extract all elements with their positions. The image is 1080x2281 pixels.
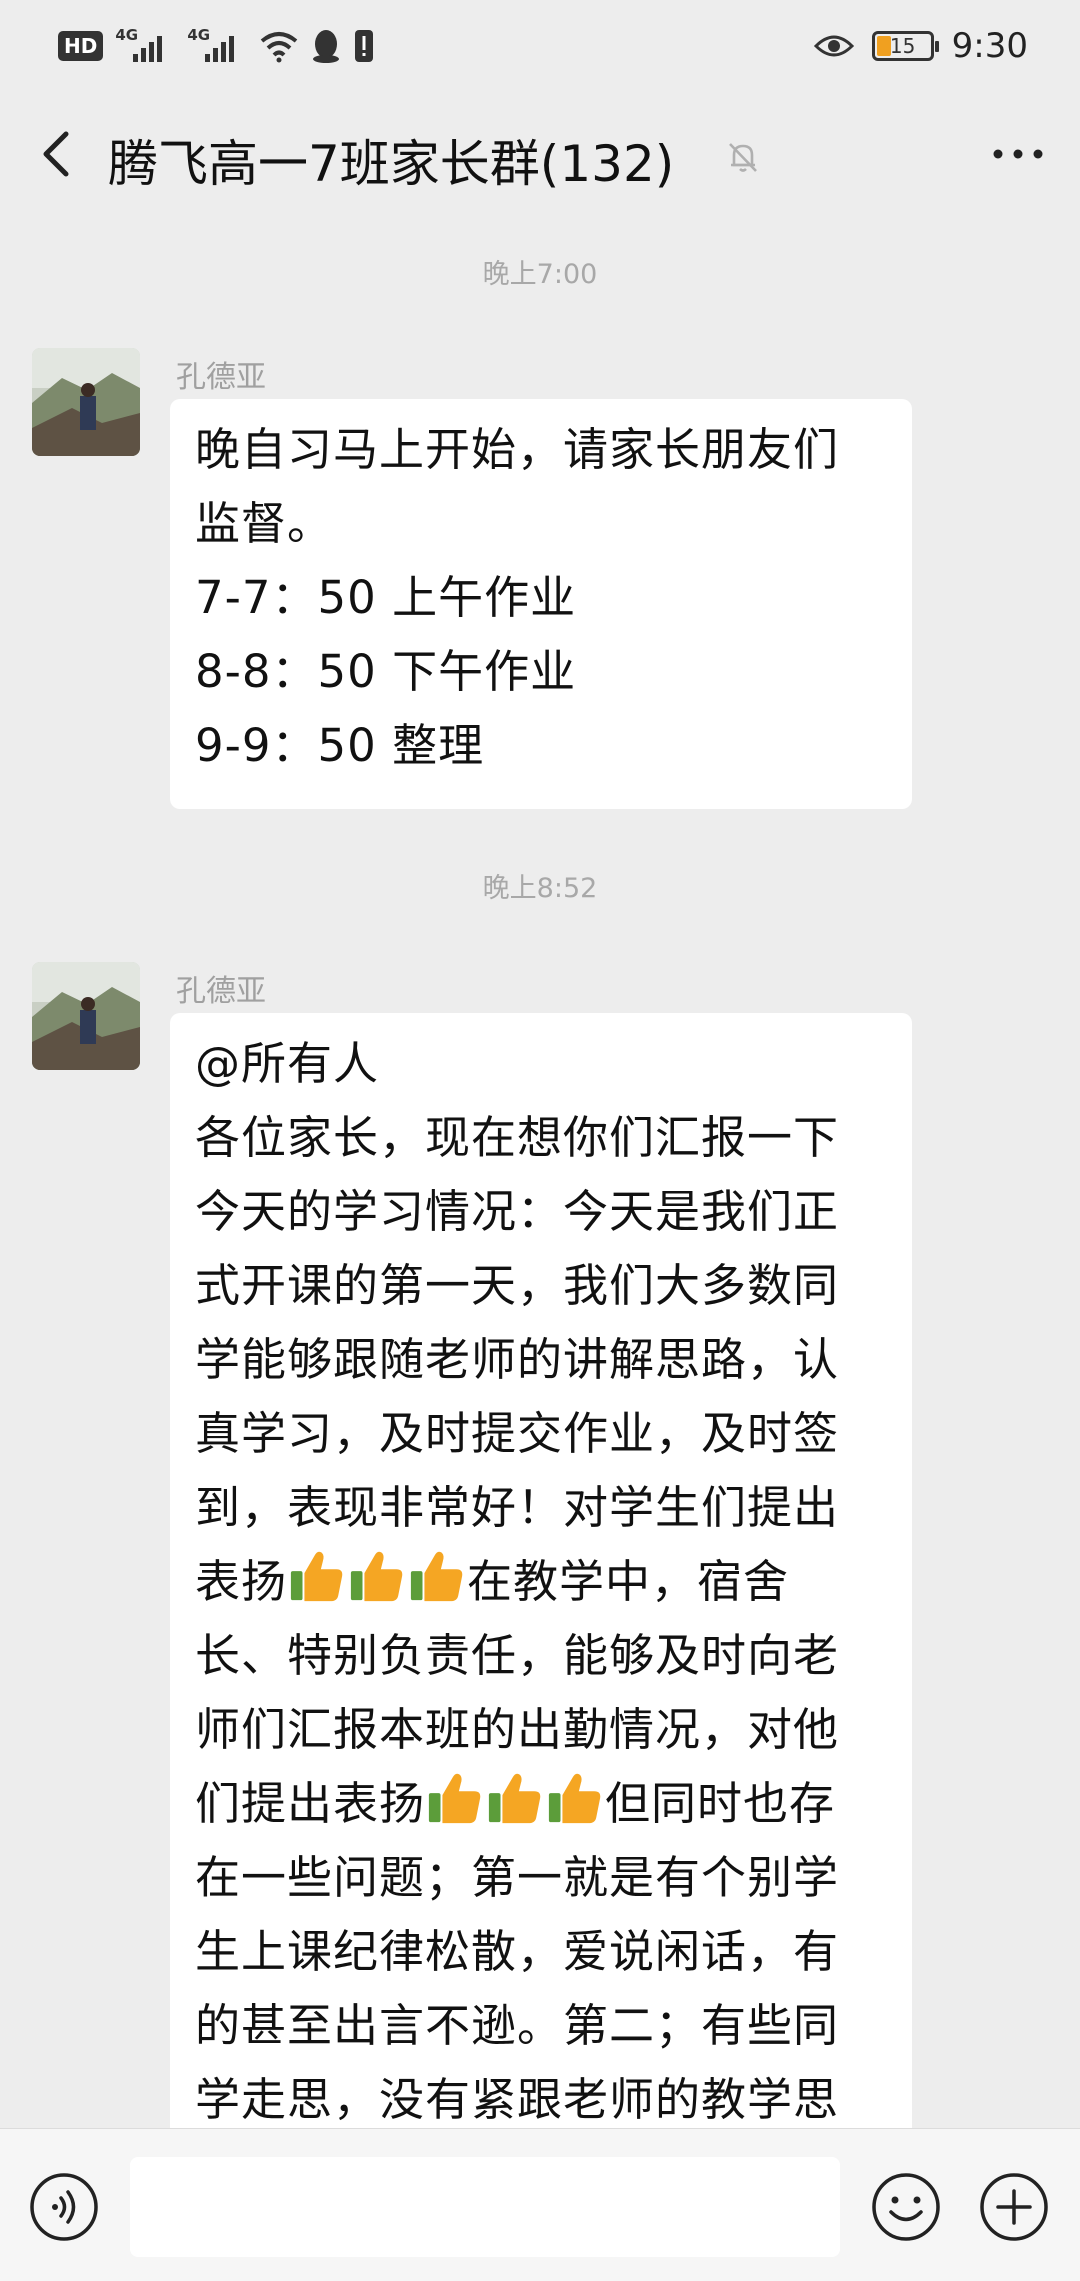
signal-icon: 4G	[187, 26, 247, 66]
chevron-left-icon[interactable]	[30, 126, 86, 182]
message-text: 表扬	[195, 1555, 288, 1608]
message-line: 表扬 在教学中，宿舍	[195, 1545, 888, 1619]
message-line: 今天的学习情况：今天是我们正	[195, 1185, 840, 1238]
avatar-image	[32, 962, 140, 1070]
battery-level: 15	[889, 34, 916, 58]
message-line: @所有人	[195, 1037, 380, 1090]
message-line: 学走思，没有紧跟老师的教学思	[195, 2073, 840, 2126]
message-text: 们提出表扬	[195, 1777, 426, 1830]
clock: 9:30	[951, 26, 1028, 66]
more-dots-icon[interactable]	[986, 134, 1050, 174]
avatar-image	[32, 348, 140, 456]
message-line: 师们汇报本班的出勤情况，对他	[195, 1703, 840, 1756]
message-line: 真学习，及时提交作业，及时签	[195, 1407, 840, 1460]
hd-badge: HD	[58, 31, 104, 61]
message-line: 生上课纪律松散，爱说闲话，有	[195, 1925, 840, 1978]
chat-title: 腾飞高一7班家长群(132)	[108, 135, 675, 193]
message-text: 在教学中，宿舍	[467, 1555, 790, 1608]
message-line: 8-8：50 下午作业	[195, 645, 577, 698]
message-line: 学能够跟随老师的讲解思路，认	[195, 1333, 840, 1386]
message-line: 长、特别负责任，能够及时向老	[195, 1629, 840, 1682]
sender-name: 孔德亚	[176, 974, 266, 1009]
bell-off-icon	[729, 143, 757, 172]
wifi-icon	[261, 32, 298, 63]
avatar[interactable]	[32, 962, 140, 1070]
message-input[interactable]	[130, 2157, 840, 2257]
thumbs-up-emoji	[488, 1773, 541, 1824]
voice-icon[interactable]	[28, 2171, 100, 2243]
status-left: HD 4G 4G	[58, 22, 375, 70]
avatar[interactable]	[32, 348, 140, 456]
thumbs-up-emoji	[548, 1773, 601, 1824]
thumbs-up-emoji	[350, 1551, 403, 1602]
thumbs-up-emoji	[428, 1773, 481, 1824]
alert-icon	[355, 30, 374, 62]
thumbs-up-emoji	[410, 1551, 463, 1602]
message-bubble[interactable]: 晚自习马上开始，请家长朋友们 监督。 7-7：50 上午作业 8-8：50 下午…	[170, 399, 912, 809]
message-bubble[interactable]: @所有人 各位家长，现在想你们汇报一下 今天的学习情况：今天是我们正 式开课的第…	[170, 1013, 912, 2213]
message-line: 各位家长，现在想你们汇报一下	[195, 1111, 840, 1164]
plus-icon[interactable]	[978, 2171, 1050, 2243]
status-bar: HD 4G 4G 15 9:30	[0, 0, 1080, 92]
message-line: 们提出表扬 但同时也存	[195, 1767, 888, 1841]
message-timestamp: 晚上7:00	[482, 259, 598, 290]
signal-icon: 4G	[115, 26, 175, 66]
message-line: 到，表现非常好！对学生们提出	[195, 1481, 840, 1534]
battery-icon: 15	[871, 31, 939, 61]
status-right: 15 9:30	[813, 22, 1028, 70]
message-text: 但同时也存	[605, 1777, 836, 1830]
message-line: 监督。	[195, 497, 334, 550]
message-line: 晚自习马上开始，请家长朋友们	[195, 423, 840, 476]
message-timestamp: 晚上8:52	[482, 873, 598, 904]
smiley-icon[interactable]	[870, 2171, 942, 2243]
message-line: 式开课的第一天，我们大多数同	[195, 1259, 840, 1312]
message-line: 9-9：50 整理	[195, 719, 485, 772]
chat-header: 腾飞高一7班家长群(132)	[0, 110, 1080, 200]
message-line: 的甚至出言不逊。第二；有些同	[195, 1999, 840, 2052]
thumbs-up-emoji	[290, 1551, 343, 1602]
qq-penguin-icon	[313, 30, 340, 63]
eye-icon	[813, 35, 854, 57]
input-bar	[0, 2128, 1080, 2281]
message-line: 7-7：50 上午作业	[195, 571, 577, 624]
sender-name: 孔德亚	[176, 360, 266, 395]
message-line: 在一些问题；第一就是有个别学	[195, 1851, 840, 1904]
